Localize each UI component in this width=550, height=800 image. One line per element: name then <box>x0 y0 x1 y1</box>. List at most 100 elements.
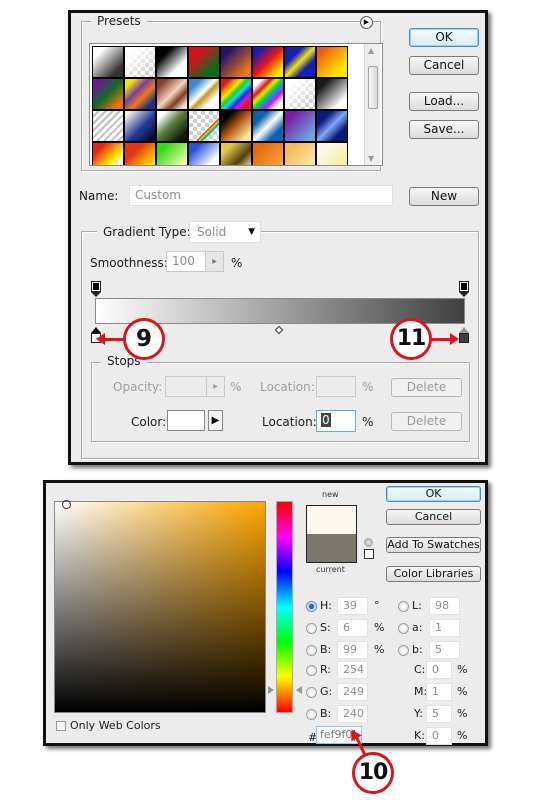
preset-swatch[interactable] <box>316 78 348 110</box>
rgb-input-1[interactable]: 249 <box>337 683 368 701</box>
web-safe-warning-icon[interactable] <box>364 549 374 559</box>
hsb-input-1[interactable]: 6 <box>337 619 368 637</box>
preset-swatch[interactable] <box>284 142 316 165</box>
rgb-radio-0[interactable] <box>306 665 317 676</box>
only-web-colors-checkbox[interactable] <box>56 721 66 731</box>
preset-swatch[interactable] <box>156 110 188 142</box>
hue-slider[interactable] <box>276 501 293 713</box>
out-of-gamut-warning-icon[interactable] <box>364 538 373 547</box>
saturation-brightness-field[interactable] <box>54 501 266 713</box>
callout-11: 11 <box>390 318 432 360</box>
preset-swatch[interactable] <box>124 142 156 165</box>
preset-swatch[interactable] <box>188 46 220 78</box>
preset-swatch[interactable] <box>316 110 348 142</box>
opacity-stop-left[interactable] <box>91 281 101 297</box>
lab-input-0[interactable]: 98 <box>429 597 460 615</box>
new-label: new <box>322 490 339 499</box>
preset-swatch[interactable] <box>156 142 188 165</box>
cmyk-input-2[interactable]: 5 <box>426 705 452 723</box>
hsb-radio-2[interactable] <box>306 645 317 656</box>
color-field-picker-circle[interactable] <box>62 500 71 509</box>
current-color-swatch[interactable] <box>307 534 356 562</box>
color-comparison-box <box>306 505 357 563</box>
preset-swatch[interactable] <box>188 78 220 110</box>
preset-swatch[interactable] <box>92 78 124 110</box>
preset-swatch[interactable] <box>220 142 252 165</box>
preset-swatch[interactable] <box>252 110 284 142</box>
color-libraries-button[interactable]: Color Libraries <box>386 566 481 582</box>
cmyk-input-3[interactable]: 0 <box>426 727 452 745</box>
opacity-input: ▶ <box>165 376 225 397</box>
lab-input-2[interactable]: 5 <box>429 641 460 659</box>
preset-swatch[interactable] <box>124 78 156 110</box>
lab-radio-2[interactable] <box>398 645 409 656</box>
scroll-down-icon[interactable]: ▼ <box>368 154 374 163</box>
preset-swatch[interactable] <box>284 78 316 110</box>
smoothness-input[interactable]: 100 ▶ <box>166 251 224 272</box>
new-button[interactable]: New <box>409 187 479 206</box>
cancel-button[interactable]: Cancel <box>409 56 479 75</box>
gradient-type-select[interactable]: Solid ▼ <box>189 221 261 243</box>
color-stop-right[interactable] <box>459 327 470 345</box>
preset-swatch[interactable] <box>156 78 188 110</box>
rgb-radio-1[interactable] <box>306 687 317 698</box>
delete-opacity-stop-button: Delete <box>391 378 462 397</box>
opacity-label: Opacity: <box>113 380 163 394</box>
preset-swatch[interactable] <box>92 142 124 165</box>
save-button[interactable]: Save... <box>409 120 479 139</box>
scroll-thumb[interactable] <box>368 66 378 109</box>
preset-swatch[interactable] <box>124 46 156 78</box>
lab-radio-0[interactable] <box>398 601 409 612</box>
hsb-unit-1: % <box>374 621 385 634</box>
hsb-input-0[interactable]: 39 <box>337 597 368 615</box>
hsb-radio-1[interactable] <box>306 623 317 634</box>
smoothness-slider-arrow-icon[interactable]: ▶ <box>205 252 223 271</box>
color-label: Color: <box>131 415 167 429</box>
lab-radio-1[interactable] <box>398 623 409 634</box>
cmyk-label-2: Y: <box>414 707 423 720</box>
opacity-stop-right[interactable] <box>459 281 469 297</box>
hue-slider-right-handle-icon[interactable] <box>296 686 302 694</box>
ok-button-picker[interactable]: OK <box>386 486 481 502</box>
load-button[interactable]: Load... <box>409 92 479 111</box>
cmyk-input-0[interactable]: 0 <box>426 661 452 679</box>
preset-swatch[interactable] <box>124 110 156 142</box>
preset-swatch[interactable] <box>220 78 252 110</box>
stop-color-swatch[interactable] <box>167 410 205 431</box>
presets-scrollbar[interactable]: ▲ ▼ <box>364 44 380 165</box>
add-to-swatches-button[interactable]: Add To Swatches <box>386 537 481 553</box>
hsb-unit-0: ° <box>374 599 380 612</box>
lab-input-1[interactable]: 1 <box>429 619 460 637</box>
preset-swatch[interactable] <box>92 46 124 78</box>
hsb-radio-0[interactable] <box>306 601 317 612</box>
color-location-input[interactable]: 0 <box>316 410 356 432</box>
name-input[interactable]: Custom <box>129 185 393 206</box>
hue-slider-left-handle-icon[interactable] <box>268 686 274 694</box>
rgb-radio-2[interactable] <box>306 709 317 720</box>
smoothness-label: Smoothness: <box>90 256 168 270</box>
preset-swatch[interactable] <box>188 142 220 165</box>
preset-swatch[interactable] <box>92 110 124 142</box>
ok-button[interactable]: OK <box>409 28 479 47</box>
preset-swatch[interactable] <box>284 110 316 142</box>
rgb-input-2[interactable]: 240 <box>337 705 368 723</box>
cancel-button-picker[interactable]: Cancel <box>386 509 481 525</box>
preset-swatch[interactable] <box>316 46 348 78</box>
rgb-input-0[interactable]: 254 <box>337 661 368 679</box>
scroll-up-icon[interactable]: ▲ <box>368 46 374 55</box>
cmyk-input-1[interactable]: 1 <box>426 683 452 701</box>
color-menu-arrow-icon[interactable]: ▶ <box>208 410 223 431</box>
preset-swatch[interactable] <box>220 110 252 142</box>
preset-swatch[interactable] <box>252 142 284 165</box>
preset-swatch[interactable] <box>220 46 252 78</box>
hsb-input-2[interactable]: 99 <box>337 641 368 659</box>
presets-menu-icon[interactable]: ▶ <box>360 16 373 29</box>
preset-swatch[interactable] <box>188 110 220 142</box>
preset-swatch[interactable] <box>252 78 284 110</box>
rgb-label-2: B: <box>320 707 332 720</box>
preset-swatch[interactable] <box>284 46 316 78</box>
cmyk-label-3: K: <box>414 729 425 742</box>
preset-swatch[interactable] <box>252 46 284 78</box>
preset-swatch[interactable] <box>156 46 188 78</box>
preset-swatch[interactable] <box>316 142 348 165</box>
